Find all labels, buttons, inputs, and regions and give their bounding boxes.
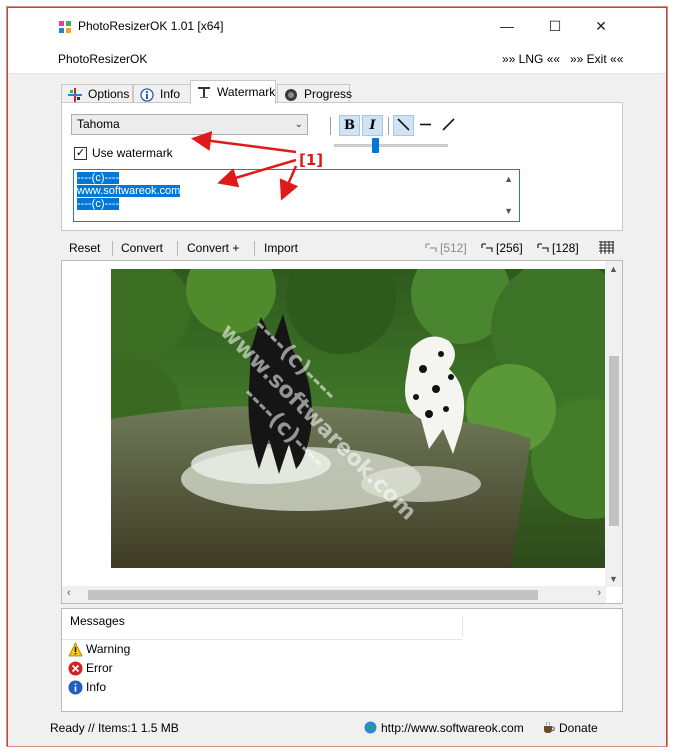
tab-options[interactable]: Options: [61, 84, 133, 104]
toolbar-divider: [330, 117, 331, 135]
font-select-value: Tahoma: [77, 117, 120, 131]
resize-icon: [481, 243, 493, 252]
diagonal-down-icon: [397, 118, 410, 131]
diagonal-up-button[interactable]: [438, 115, 459, 136]
import-button[interactable]: Import: [264, 241, 298, 255]
messages-panel: Messages Warning Error Info: [61, 608, 623, 712]
resize-icon: [425, 243, 437, 252]
horizontal-button[interactable]: [415, 115, 436, 136]
scroll-thumb[interactable]: [88, 590, 538, 600]
scroll-up-icon[interactable]: ▲: [504, 173, 513, 186]
use-watermark-label: Use watermark: [92, 146, 173, 160]
info-icon: [68, 680, 83, 695]
status-bar: Ready // Items:1 1.5 MB http://www.softw…: [8, 714, 666, 746]
donate-link[interactable]: Donate: [542, 721, 598, 735]
size-256-label: [256]: [496, 241, 523, 255]
globe-icon: [364, 721, 377, 734]
horizontal-icon: [420, 123, 431, 126]
app-name-label: PhotoResizerOK: [58, 52, 148, 66]
warning-icon: [68, 642, 83, 657]
info-icon: [140, 88, 154, 102]
maximize-button[interactable]: ☐: [532, 8, 578, 44]
opacity-slider-track[interactable]: [334, 144, 448, 147]
preview-photo: ----(c)---- www.softwareok.com ----(c)--…: [111, 269, 606, 568]
progress-icon: [285, 89, 297, 101]
reset-button[interactable]: Reset: [69, 241, 100, 255]
message-label: Info: [86, 680, 107, 694]
close-button[interactable]: ✕: [578, 8, 624, 44]
menu-bar: PhotoResizerOK »» LNG «« »» Exit ««: [8, 44, 666, 74]
dogs-photo-image: ----(c)---- www.softwareok.com ----(c)--…: [111, 269, 606, 568]
minimize-button[interactable]: —: [484, 8, 530, 44]
message-label: Warning: [86, 642, 131, 656]
action-toolbar: Reset Convert Convert + Import [512] [25…: [61, 234, 623, 262]
font-select[interactable]: Tahoma ⌄: [71, 114, 308, 135]
tab-label: Options: [88, 87, 130, 101]
options-icon: [68, 88, 82, 102]
tab-watermark[interactable]: Watermark: [190, 80, 276, 104]
watermark-text-line: ----(c)----: [77, 198, 120, 210]
image-preview[interactable]: ----(c)---- www.softwareok.com ----(c)--…: [61, 260, 623, 604]
size-128-label: [128]: [552, 241, 579, 255]
chevron-up-icon[interactable]: ▲: [609, 264, 618, 274]
tab-label: Watermark: [217, 85, 276, 99]
italic-button[interactable]: I: [362, 115, 383, 136]
watermark-text-field[interactable]: ----(c)---- www.softwareok.com ----(c)--…: [73, 169, 520, 222]
header-divider: [62, 639, 462, 640]
watermark-text-line: www.softwareok.com: [77, 185, 181, 197]
column-divider: [462, 615, 463, 637]
app-icon: [59, 21, 71, 33]
size-512-label: [512]: [440, 241, 467, 255]
messages-header: Messages: [70, 614, 125, 628]
use-watermark-checkbox[interactable]: ✓: [74, 147, 87, 160]
exit-menu[interactable]: »» Exit ««: [570, 52, 623, 66]
opacity-slider-thumb[interactable]: [372, 138, 379, 153]
bold-button[interactable]: B: [339, 115, 360, 136]
annotation-label: [1]: [299, 151, 324, 169]
size-256-button[interactable]: [256]: [480, 241, 523, 255]
chevron-down-icon[interactable]: ▼: [609, 574, 618, 584]
size-512-button[interactable]: [512]: [424, 241, 467, 255]
message-label: Error: [86, 661, 113, 675]
status-text: Ready // Items:1 1.5 MB: [50, 721, 179, 735]
toolbar-divider: [112, 241, 113, 256]
language-menu[interactable]: »» LNG ««: [502, 52, 560, 66]
tab-progress[interactable]: Progress: [277, 84, 353, 104]
tab-label: Progress: [304, 87, 353, 101]
horizontal-scrollbar[interactable]: ‹ ›: [62, 586, 606, 603]
watermark-icon: [198, 87, 210, 98]
chevron-down-icon: ⌄: [294, 119, 303, 130]
tab-label: Info: [160, 87, 181, 101]
chevron-right-icon[interactable]: ›: [597, 587, 601, 599]
chevron-left-icon[interactable]: ‹: [67, 587, 71, 599]
tab-info[interactable]: Info: [133, 84, 191, 104]
website-link[interactable]: http://www.softwareok.com: [364, 721, 524, 735]
title-bar[interactable]: PhotoResizerOK 1.01 [x64] — ☐ ✕: [8, 8, 666, 44]
website-link-label: http://www.softwareok.com: [381, 721, 524, 735]
watermark-text-line: ----(c)----: [77, 172, 120, 184]
scroll-thumb[interactable]: [609, 356, 619, 526]
toolbar-divider: [177, 241, 178, 256]
convert-plus-button[interactable]: Convert +: [187, 241, 239, 255]
diagonal-up-icon: [442, 118, 455, 131]
scroll-down-icon[interactable]: ▼: [504, 205, 513, 218]
grid-view-button[interactable]: [599, 241, 614, 255]
grid-icon: [599, 241, 614, 254]
app-window: PhotoResizerOK 1.01 [x64] — ☐ ✕ PhotoRes…: [7, 7, 667, 746]
toolbar-divider: [254, 241, 255, 256]
convert-button[interactable]: Convert: [121, 241, 163, 255]
coffee-cup-icon: [544, 721, 555, 733]
window-title: PhotoResizerOK 1.01 [x64]: [78, 19, 224, 33]
vertical-scrollbar[interactable]: ▲ ▼: [605, 261, 622, 587]
resize-icon: [537, 243, 549, 252]
size-128-button[interactable]: [128]: [536, 241, 579, 255]
toolbar-divider: [388, 117, 389, 135]
watermark-panel: Tahoma ⌄ B I ✓ Use watermark ----(c)----…: [61, 102, 623, 231]
error-icon: [68, 661, 83, 676]
donate-label: Donate: [559, 721, 598, 735]
diagonal-down-button[interactable]: [393, 115, 414, 136]
